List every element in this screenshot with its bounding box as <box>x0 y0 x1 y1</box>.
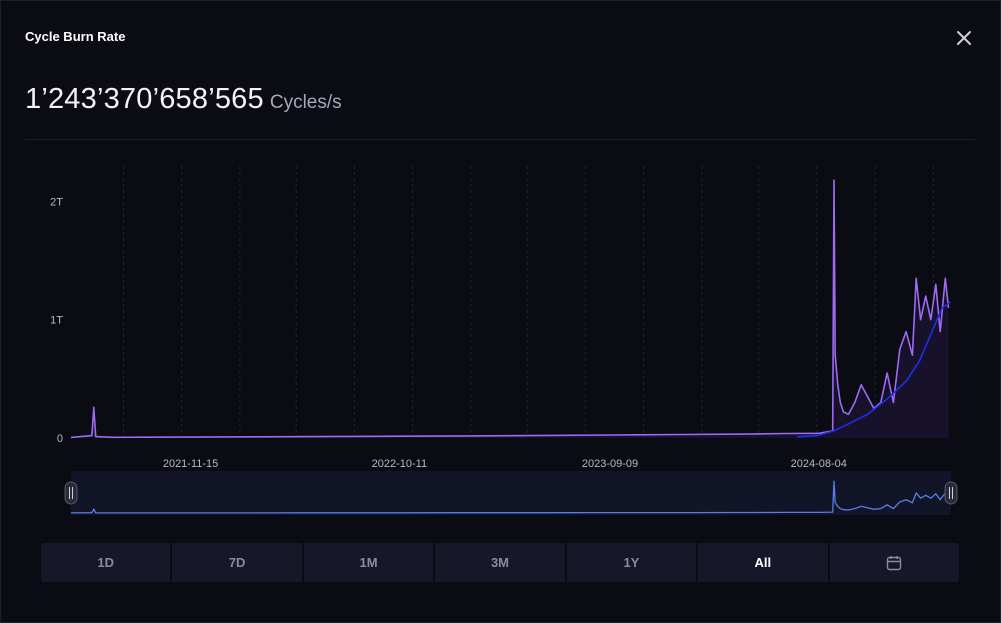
x-tick-label: 2023-09-09 <box>582 458 638 470</box>
y-tick-label: 0 <box>57 433 63 445</box>
y-tick-label: 2T <box>50 196 63 208</box>
range-button-1y[interactable]: 1Y <box>566 543 699 582</box>
time-range-selector: 1D 7D 1M 3M 1Y All <box>41 543 959 582</box>
x-tick-label: 2021-11-15 <box>163 458 218 470</box>
burn-rate-area <box>71 180 949 438</box>
navigator-handle-left[interactable] <box>64 481 78 505</box>
burn-rate-line <box>70 179 950 439</box>
navigator-handle-right[interactable] <box>944 481 958 505</box>
range-button-1m[interactable]: 1M <box>303 543 436 582</box>
x-tick-label: 2024-08-04 <box>791 458 847 470</box>
range-button-3m[interactable]: 3M <box>435 543 567 582</box>
range-button-1d[interactable]: 1D <box>41 543 173 582</box>
y-tick-label: 1T <box>50 315 63 327</box>
range-button-all[interactable]: All <box>698 543 830 582</box>
x-tick-label: 2022-10-11 <box>372 458 427 470</box>
range-button-7d[interactable]: 7D <box>172 543 304 582</box>
range-calendar-button[interactable] <box>829 543 959 582</box>
burn-rate-chart: 0 1T 2T 2021-11-15 2022-10-11 2023-09-09 2024-… <box>50 166 958 515</box>
navigator-background <box>71 471 951 515</box>
cycle-burn-rate-modal: Cycle Burn Rate 1’243’370’658’565 Cycles/… <box>0 0 1001 623</box>
calendar-icon <box>887 555 902 570</box>
